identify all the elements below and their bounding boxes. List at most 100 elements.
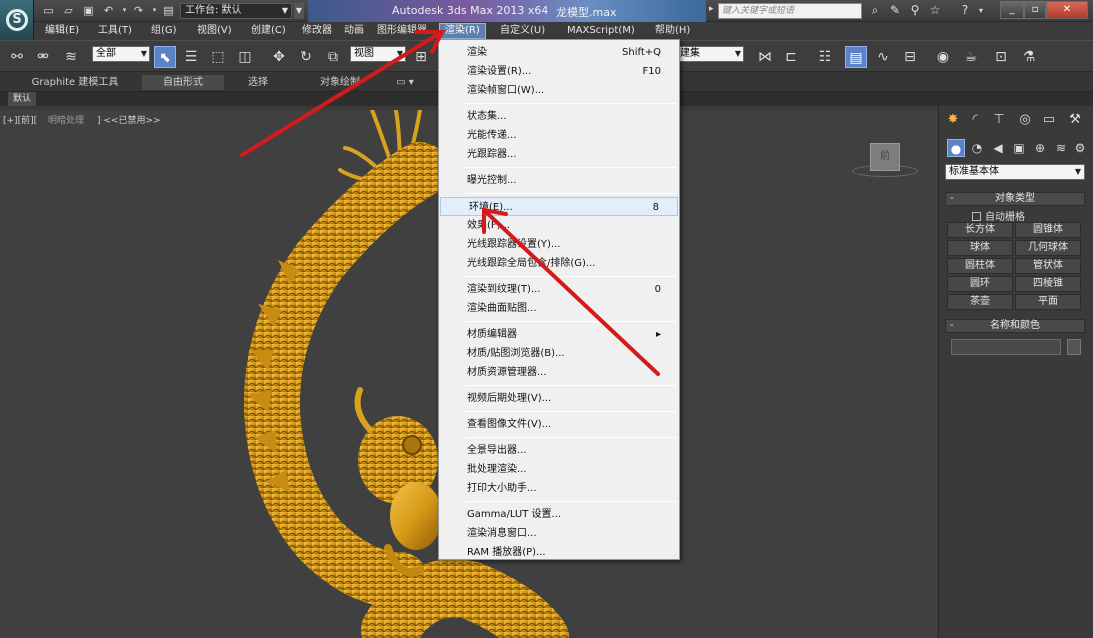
render-menu-item[interactable]: 光线跟踪全局包含/排除(G)... [439,254,679,273]
object-category-select[interactable]: 标准基本体 ▼ [945,164,1085,180]
tab-graphite-modeling[interactable]: Graphite 建模工具 [20,75,130,90]
render-menu-item[interactable]: 环境(E)... 8 [440,197,678,216]
teapot-button[interactable]: 茶壶 [947,294,1013,310]
menu-graph-editors[interactable]: 图形编辑器 [377,24,427,38]
curve-editor-icon[interactable]: ∿ [872,46,894,68]
menu-edit[interactable]: 编辑(E) [45,24,79,38]
utilities-tab-icon[interactable]: ⚒ [1065,110,1085,130]
menu-tools[interactable]: 工具(T) [98,24,132,38]
render-menu-item[interactable]: 渲染 Shift+Q [439,43,679,62]
render-menu-item[interactable]: 渲染消息窗口... [439,524,679,543]
select-by-name-icon[interactable]: ☰ [180,46,202,68]
sphere-button[interactable]: 球体 [947,240,1013,256]
search-expand-icon[interactable]: ▸ [709,4,714,14]
autogrid-checkbox[interactable]: 自动栅格 [972,208,1025,223]
shapes-icon[interactable]: ◔ [968,139,986,157]
reference-coordinate-select[interactable]: 视图 ▼ [350,46,406,62]
tab-object-paint[interactable]: 对象绘制 [300,75,380,90]
render-menu-item[interactable]: 视频后期处理(V)... [439,389,679,408]
workspace-select[interactable]: 工作台: 默认 ▼ [180,3,292,19]
render-menu-item[interactable]: 批处理渲染... [439,460,679,479]
close-button[interactable]: ✕ [1046,1,1088,19]
quick-access-dropdown[interactable]: ▼ [294,3,304,19]
rotate-icon[interactable]: ↻ [295,46,317,68]
viewport-shading-label[interactable]: 明暗处理 [48,113,84,126]
render-menu-item[interactable]: 渲染到纹理(T)... 0 [439,280,679,299]
render-menu-item[interactable]: 状态集... [439,107,679,126]
bind-space-warp-icon[interactable]: ≋ [60,46,82,68]
modify-tab-icon[interactable]: ◜ [965,110,985,130]
render-menu-item[interactable]: 打印大小助手... [439,479,679,498]
viewport-label[interactable]: [+][前][ [3,113,37,126]
object-color-swatch[interactable] [1067,339,1081,355]
new-file-icon[interactable]: ▭ [42,4,55,17]
tab-selection[interactable]: 选择 [230,75,286,90]
tube-button[interactable]: 管状体 [1015,258,1081,274]
render-menu-item[interactable]: 渲染曲面贴图... [439,299,679,318]
redo-icon[interactable]: ↷ [132,4,145,17]
render-menu-item[interactable]: 渲染设置(R)... F10 [439,62,679,81]
hierarchy-tab-icon[interactable]: ⊤ [989,110,1009,130]
lights-icon[interactable]: ◀ [989,139,1007,157]
menu-rendering[interactable]: 渲染(R) [439,23,486,39]
align-icon[interactable]: ⊏ [780,46,802,68]
named-selection-set-select[interactable]: 建集 ▼ [676,46,744,62]
render-menu-item[interactable]: 查看图像文件(V)... [439,415,679,434]
torus-button[interactable]: 圆环 [947,276,1013,292]
binoculars-icon[interactable]: ⌕ [868,3,882,18]
help-dropdown-icon[interactable]: ▾ [974,3,988,18]
app-logo-button[interactable]: S [0,0,34,40]
viewport-disabled-label[interactable]: ] <<已禁用>> [97,113,161,126]
tab-freeform[interactable]: 自由形式 [142,75,224,90]
undo-icon[interactable]: ↶ [102,4,115,17]
menu-modifiers[interactable]: 修改器 [302,24,332,38]
pivot-center-icon[interactable]: ⊞ [410,46,432,68]
selection-filter-select[interactable]: 全部 ▼ [92,46,150,62]
render-menu-item[interactable]: 渲染帧窗口(W)... [439,81,679,100]
menu-views[interactable]: 视图(V) [197,24,232,38]
render-menu-item[interactable]: 效果(F)... [439,216,679,235]
favorites-star-icon[interactable]: ☆ [928,3,942,18]
render-menu-item[interactable]: 全景导出器... [439,441,679,460]
move-icon[interactable]: ✥ [268,46,290,68]
object-type-rollout[interactable]: - 对象类型 [945,192,1085,206]
cylinder-button[interactable]: 圆柱体 [947,258,1013,274]
object-name-input[interactable] [951,339,1061,355]
select-object-icon[interactable]: ⬉ [154,46,176,68]
render-menu-item[interactable]: RAM 播放器(P)... [439,543,679,562]
graphite-toggle-icon[interactable]: ▤ [845,46,867,68]
menu-help[interactable]: 帮助(H) [655,24,690,38]
ribbon-default-tab[interactable]: 默认 [8,92,36,106]
motion-tab-icon[interactable]: ◎ [1015,110,1035,130]
menu-animation[interactable]: 动画 [344,24,364,38]
create-tab-icon[interactable]: ✸ [943,110,963,130]
render-menu-item[interactable]: 光线跟踪器设置(Y)... [439,235,679,254]
render-menu-item[interactable]: 光跟踪器... [439,145,679,164]
viewcube[interactable]: 前 [870,143,900,171]
project-folder-icon[interactable]: ▤ [162,4,175,17]
plane-button[interactable]: 平面 [1015,294,1081,310]
menu-maxscript[interactable]: MAXScript(M) [567,24,635,38]
link-icon[interactable]: ⚯ [6,46,28,68]
systems-icon[interactable]: ⚙ [1071,139,1089,157]
help-icon[interactable]: ? [958,3,972,18]
ribbon-options-icon[interactable]: ▭ ▾ [390,75,420,90]
window-crossing-icon[interactable]: ◫ [234,46,256,68]
menu-group[interactable]: 组(G) [151,24,177,38]
save-icon[interactable]: ▣ [82,4,95,17]
geometry-icon[interactable]: ● [947,139,965,157]
render-menu-item[interactable]: 材质/贴图浏览器(B)... [439,344,679,363]
render-menu-item[interactable]: 材质资源管理器... [439,363,679,382]
minimize-button[interactable]: _ [1000,1,1024,19]
unlink-icon[interactable]: ⚮ [32,46,54,68]
menu-customize[interactable]: 自定义(U) [500,24,545,38]
scale-icon[interactable]: ⧉ [322,46,344,68]
box-button[interactable]: 长方体 [947,222,1013,238]
rect-selection-region-icon[interactable]: ⬚ [207,46,229,68]
layer-manager-icon[interactable]: ☷ [814,46,836,68]
pyramid-button[interactable]: 四棱锥 [1015,276,1081,292]
menu-create[interactable]: 创建(C) [251,24,286,38]
render-menu-item[interactable]: 光能传递... [439,126,679,145]
name-color-rollout[interactable]: - 名称和颜色 [945,319,1085,333]
dropdown-icon[interactable]: ▾ [148,4,161,17]
